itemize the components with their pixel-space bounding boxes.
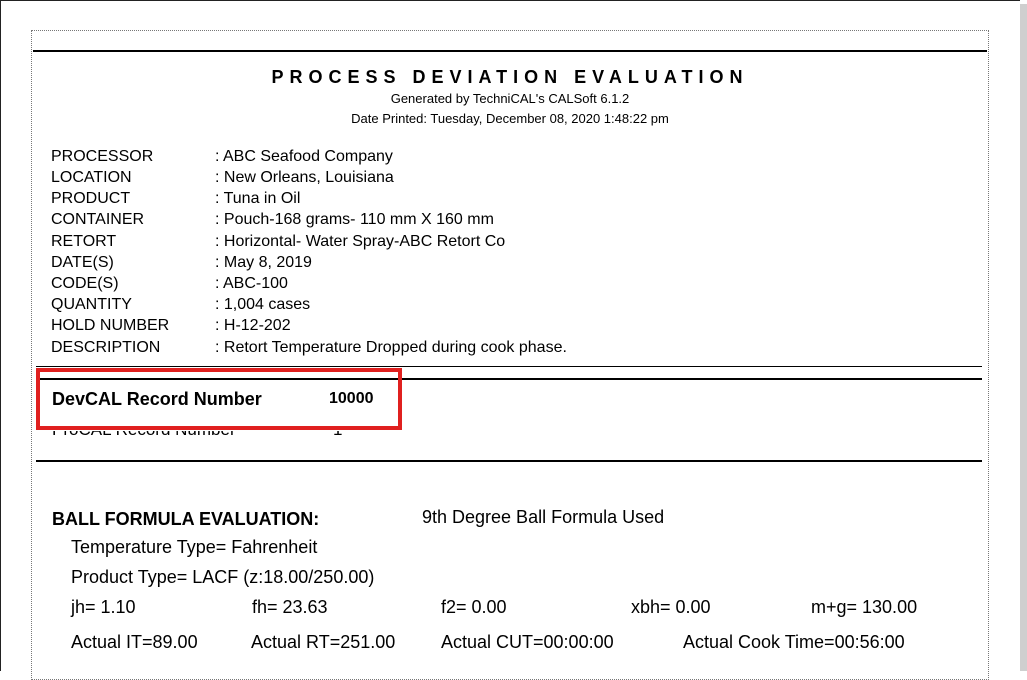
detail-label-container: CONTAINER [51,211,145,228]
product-type: Product Type= LACF (z:18.00/250.00) [71,567,375,587]
procal-record-label: ProCAL Record Number [52,431,236,440]
detail-value-location: : New Orleans, Louisiana [215,169,394,186]
procal-record-value: 1 [333,431,342,440]
detail-value-hold-number: : H-12-202 [215,317,291,334]
temperature-type: Temperature Type= Fahrenheit [71,537,318,557]
detail-label-quantity: QUANTITY [51,296,132,313]
detail-label-description: DESCRIPTION [51,339,161,356]
records-rule [36,460,982,462]
detail-value-codes: : ABC-100 [215,275,288,292]
detail-label-hold-number: HOLD NUMBER [51,317,170,334]
top-rule [33,50,987,52]
detail-value-dates: : May 8, 2019 [215,254,312,271]
detail-label-retort: RETORT [51,233,117,250]
detail-label-location: LOCATION [51,169,132,186]
actual-cut: Actual CUT=00:00:00 [441,632,614,652]
detail-value-description: : Retort Temperature Dropped during cook… [215,339,567,356]
procal-record-row: ProCAL Record Number 1 [40,431,400,443]
mg-value: m+g= 130.00 [811,597,918,617]
highlight-box [36,368,402,430]
detail-label-processor: PROCESSOR [51,148,154,165]
detail-value-quantity: : 1,004 cases [215,296,311,313]
report-title: PROCESS DEVIATION EVALUATION [271,67,749,87]
actual-rt: Actual RT=251.00 [251,632,396,652]
page-shadow [1020,4,1027,671]
jh-value: jh= 1.10 [71,597,136,617]
actual-cook-time: Actual Cook Time=00:56:00 [683,632,905,652]
xbh-value: xbh= 0.00 [631,597,711,617]
details-rule-1 [36,366,982,367]
ball-formula-used: 9th Degree Ball Formula Used [422,507,665,527]
detail-label-dates: DATE(S) [51,254,114,271]
detail-label-product: PRODUCT [51,190,131,207]
detail-value-retort: : Horizontal- Water Spray-ABC Retort Co [215,233,506,250]
detail-value-product: : Tuna in Oil [215,190,301,207]
fh-value: fh= 23.63 [252,597,328,617]
f2-value: f2= 0.00 [441,597,507,617]
detail-value-processor: : ABC Seafood Company [215,148,393,165]
ball-formula-heading: BALL FORMULA EVALUATION: [52,509,320,529]
generated-by: Generated by TechniCAL's CALSoft 6.1.2 [390,91,630,106]
detail-value-container: : Pouch-168 grams- 110 mm X 160 mm [215,211,494,228]
detail-label-codes: CODE(S) [51,275,119,292]
actual-it: Actual IT=89.00 [71,632,198,652]
date-printed: Date Printed: Tuesday, December 08, 2020… [351,111,669,126]
